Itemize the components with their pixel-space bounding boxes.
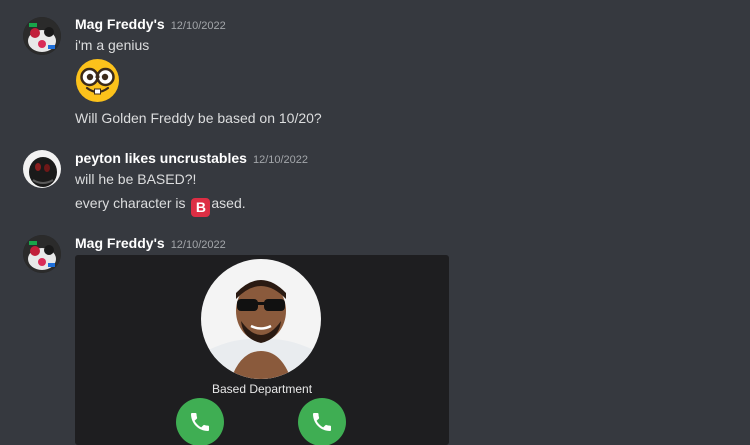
- caller-photo: [201, 259, 321, 379]
- timestamp: 12/10/2022: [170, 20, 226, 32]
- user-avatar[interactable]: [23, 150, 61, 188]
- image-attachment[interactable]: Based Department: [75, 255, 449, 445]
- user-avatar[interactable]: [23, 17, 61, 55]
- username[interactable]: peyton likes uncrustables: [75, 150, 247, 166]
- timestamp: 12/10/2022: [170, 239, 226, 251]
- caller-name: Based Department: [211, 382, 313, 396]
- message-header: Mag Freddy's 12/10/2022: [75, 235, 226, 253]
- message-header: Mag Freddy's 12/10/2022: [75, 16, 226, 34]
- timestamp: 12/10/2022: [252, 154, 309, 166]
- message-text-part: every character is: [75, 195, 190, 211]
- message-text: Will Golden Freddy be based on 10/20?: [75, 110, 322, 126]
- message-header: peyton likes uncrustables 12/10/2022: [75, 150, 308, 168]
- accept-call-button[interactable]: [176, 398, 224, 445]
- user-avatar[interactable]: [23, 235, 61, 273]
- phone-icon: [191, 413, 209, 431]
- message-text: every character is Based.: [75, 195, 246, 217]
- phone-icon: [313, 413, 331, 431]
- b-button-icon: B: [191, 198, 211, 217]
- message-text-part: ased.: [211, 195, 246, 211]
- message-text: i'm a genius: [75, 37, 150, 53]
- accept-call-button[interactable]: [298, 398, 346, 445]
- message-text: will he be BASED?!: [75, 171, 197, 187]
- nerd-face-icon: [75, 58, 120, 103]
- username[interactable]: Mag Freddy's: [75, 16, 165, 32]
- username[interactable]: Mag Freddy's: [75, 235, 165, 251]
